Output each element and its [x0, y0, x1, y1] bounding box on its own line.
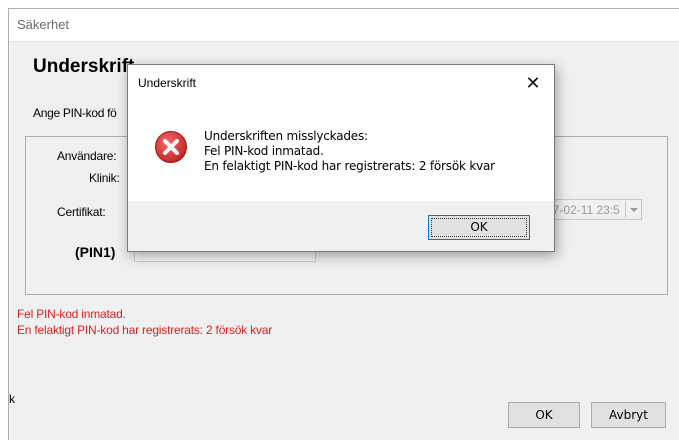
- close-icon[interactable]: ✕: [518, 69, 548, 97]
- certificate-dropdown[interactable]: 27-02-11 23:5: [545, 199, 642, 220]
- partial-label: k: [9, 392, 15, 406]
- certificate-value: 27-02-11 23:5: [546, 203, 620, 217]
- error-message-box: Underskrift ✕ Underskriften misslyckades…: [127, 64, 555, 252]
- modal-ok-button[interactable]: OK: [428, 215, 530, 240]
- window-titlebar: Säkerhet: [9, 9, 679, 42]
- window-title: Säkerhet: [17, 17, 70, 32]
- chevron-down-icon[interactable]: [625, 201, 640, 218]
- page-heading: Underskrift: [33, 56, 135, 77]
- cancel-button[interactable]: Avbryt: [591, 402, 666, 428]
- modal-titlebar: Underskrift ✕: [128, 65, 554, 101]
- message-line-3: En felaktigt PIN-kod har registrerats: 2…: [204, 159, 495, 173]
- user-label: Användare:: [57, 149, 117, 163]
- error-icon: [155, 131, 187, 163]
- message-line-2: Fel PIN-kod inmatad.: [204, 144, 324, 158]
- message-line-1: Underskriften misslyckades:: [204, 129, 368, 143]
- ok-button[interactable]: OK: [508, 402, 580, 428]
- error-line-1: Fel PIN-kod inmatad.: [17, 307, 126, 321]
- pin-label: (PIN1): [75, 244, 116, 260]
- modal-ok-label: OK: [431, 218, 527, 237]
- modal-title: Underskrift: [138, 76, 197, 90]
- certificate-label: Certifikat:: [57, 205, 106, 219]
- error-line-2: En felaktigt PIN-kod har registrerats: 2…: [17, 323, 273, 337]
- pin-prompt: Ange PIN-kod fö: [33, 106, 117, 120]
- clinic-label: Klinik:: [89, 171, 120, 185]
